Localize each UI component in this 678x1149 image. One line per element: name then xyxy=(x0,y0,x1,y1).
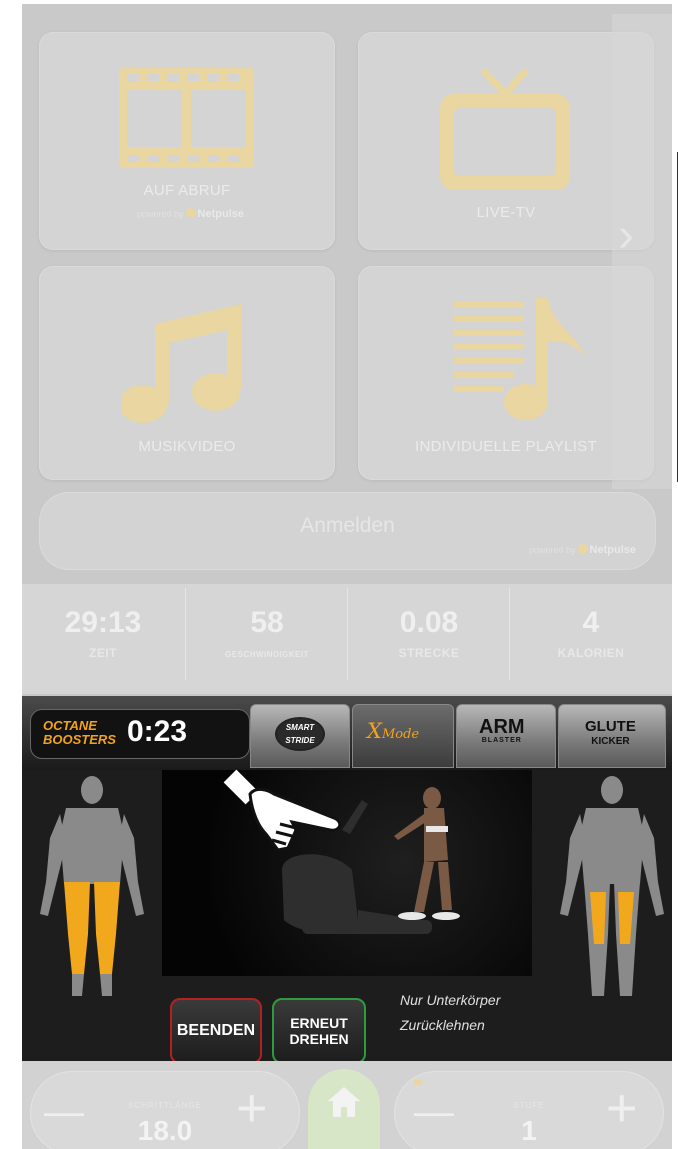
muscle-map-back xyxy=(40,776,144,996)
pointing-hand-icon xyxy=(223,769,342,852)
stride-minus-button[interactable]: — xyxy=(44,1085,84,1139)
level-label: STUFE xyxy=(513,1101,545,1110)
machine-screen: AUF ABRUF powered by Netpulse LIVE-TV MUS… xyxy=(22,4,672,1149)
turn-again-button[interactable]: ERNEUT DREHEN xyxy=(272,998,366,1064)
booster-countdown: 0:23 xyxy=(127,715,188,748)
level-plus-button[interactable]: + xyxy=(606,1081,638,1135)
stat-distance: 0.08 STRECKE xyxy=(348,584,510,684)
level-control: — STUFE 1 + xyxy=(394,1071,664,1149)
tile-label: LIVE-TV xyxy=(476,204,536,221)
level-minus-button[interactable]: — xyxy=(414,1085,454,1139)
level-value: 1 xyxy=(521,1115,537,1146)
login-label: Anmelden xyxy=(300,514,395,537)
stat-value: 0.08 xyxy=(399,606,459,639)
tile-label: INDIVIDUELLE PLAYLIST xyxy=(415,438,597,455)
powered-by-netpulse: powered by Netpulse xyxy=(529,544,636,556)
home-button[interactable] xyxy=(308,1069,380,1149)
stat-value: 4 xyxy=(582,606,600,639)
tile-on-demand[interactable]: AUF ABRUF powered by Netpulse xyxy=(39,32,335,250)
stat-value: 58 xyxy=(250,606,284,639)
booster-timer: OCTANE BOOSTERS 0:23 xyxy=(30,709,250,759)
login-button[interactable]: Anmelden powered by Netpulse xyxy=(39,492,656,570)
stride-length-control: — SCHRITTLÄNGE 18.0 + xyxy=(30,1071,300,1149)
bottom-controls: — SCHRITTLÄNGE 18.0 + — STUFE 1 + xyxy=(22,1061,672,1149)
stat-label: STRECKE xyxy=(398,646,460,660)
exercise-instructions: Nur Unterkörper Zurücklehnen xyxy=(400,992,501,1033)
stride-plus-button[interactable]: + xyxy=(236,1081,268,1135)
tab-x-mode[interactable]: XMode xyxy=(352,704,454,768)
arm-blaster-logo: ARM BLASTER xyxy=(479,716,525,744)
stat-calories: 4 KALORIEN xyxy=(510,584,672,684)
playlist-icon xyxy=(454,298,584,420)
tab-smart-stride[interactable]: SMART STRIDE xyxy=(250,704,350,768)
octane-boosters-panel: OCTANE BOOSTERS 0:23 SMART STRIDE XMode AR… xyxy=(22,696,672,1064)
powered-by-netpulse: powered by Netpulse xyxy=(137,208,244,220)
tile-label: AUF ABRUF xyxy=(143,182,231,199)
stat-time: 29:13 ZEIT xyxy=(22,584,184,684)
tile-label: MUSIKVIDEO xyxy=(138,438,236,455)
tab-arm-blaster[interactable]: ARM BLASTER xyxy=(456,704,556,768)
stride-label: SCHRITTLÄNGE xyxy=(128,1101,202,1110)
tile-music-video[interactable]: MUSIKVIDEO xyxy=(39,266,335,480)
muscle-map-front xyxy=(560,776,664,996)
x-mode-logo: XMode xyxy=(367,719,420,743)
booster-tab-bar: OCTANE BOOSTERS 0:23 SMART STRIDE XMode AR… xyxy=(22,696,672,770)
stride-value: 18.0 xyxy=(137,1115,193,1146)
stat-label: GESCHWINDIGKEIT xyxy=(225,650,309,659)
booster-title: OCTANE BOOSTERS xyxy=(43,718,116,747)
stat-label: KALORIEN xyxy=(557,646,625,660)
tv-icon xyxy=(440,68,570,190)
stat-label: ZEIT xyxy=(89,646,117,660)
smart-stride-logo: SMART STRIDE xyxy=(275,717,325,751)
chevron-right-icon: › xyxy=(618,209,634,262)
tile-custom-playlist[interactable]: INDIVIDUELLE PLAYLIST xyxy=(358,266,654,480)
netpulse-logo-icon xyxy=(577,544,588,554)
stat-speed: 58 GESCHWINDIGKEIT xyxy=(186,584,348,684)
glute-kicker-logo: GLUTE KICKER xyxy=(585,718,636,747)
music-note-icon xyxy=(121,304,241,423)
end-button[interactable]: BEENDEN xyxy=(170,998,262,1064)
netpulse-logo-icon xyxy=(185,208,196,218)
stat-value: 29:13 xyxy=(64,606,142,639)
home-icon xyxy=(328,1087,360,1117)
next-page-button[interactable]: › xyxy=(612,14,672,489)
tab-glute-kicker[interactable]: GLUTE KICKER xyxy=(558,704,666,768)
workout-stats: 29:13 ZEIT 58 GESCHWINDIGKEIT 0.08 STREC… xyxy=(22,584,672,694)
film-icon xyxy=(119,68,254,168)
tile-live-tv[interactable]: LIVE-TV xyxy=(358,32,654,250)
